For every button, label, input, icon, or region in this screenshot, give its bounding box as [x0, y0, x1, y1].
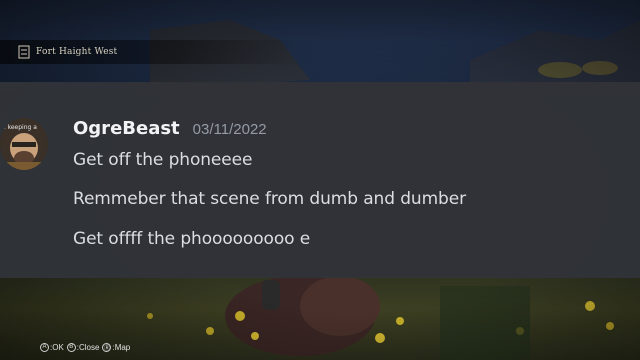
- map-marker-icon: [18, 45, 30, 59]
- chat-message-overlay: a keeping a OgreBeast 03/11/2022 Get off…: [0, 82, 640, 278]
- location-name: Fort Haight West: [36, 47, 118, 57]
- map-hint[interactable]: Ⓡ :Map: [102, 342, 131, 352]
- location-banner: Fort Haight West: [0, 40, 300, 64]
- message-line: Remmeber that scene from dumb and dumber: [73, 189, 466, 209]
- close-hint[interactable]: B :Close: [66, 342, 100, 352]
- message-line: Get off the phoneeee: [73, 150, 253, 170]
- username[interactable]: OgreBeast: [73, 118, 180, 139]
- controller-hints: A :OK B :Close Ⓡ :Map: [40, 340, 130, 354]
- ok-hint[interactable]: A :OK: [40, 342, 64, 352]
- a-button-icon: A: [40, 342, 49, 352]
- message-header: OgreBeast 03/11/2022: [73, 118, 267, 144]
- ok-label: :OK: [50, 342, 64, 352]
- avatar[interactable]: a keeping a: [0, 118, 48, 170]
- r-stick-icon: Ⓡ: [102, 342, 112, 352]
- close-label: :Close: [76, 342, 100, 352]
- map-label: :Map: [112, 342, 131, 352]
- avatar-caption: a keeping a: [2, 124, 37, 131]
- message-line: Get offff the phooooooooo e: [73, 229, 311, 249]
- b-button-icon: B: [66, 342, 76, 352]
- timestamp: 03/11/2022: [192, 121, 267, 138]
